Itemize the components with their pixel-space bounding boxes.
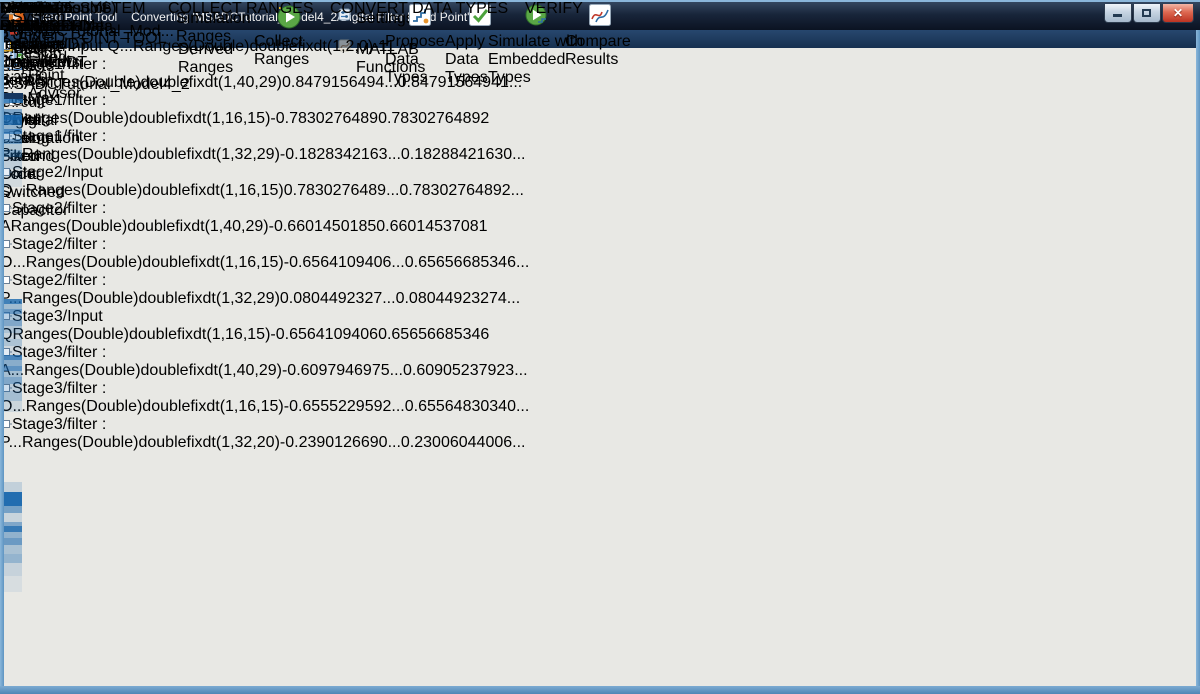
window-border bbox=[0, 686, 1200, 694]
cell-simmin: -0.6564109406 bbox=[270, 326, 378, 343]
minimize-icon bbox=[1113, 14, 1122, 17]
cell-simmin: 0.0804492327... bbox=[280, 290, 396, 307]
cell-run: Ranges(Double) bbox=[22, 290, 139, 307]
cell-simmax: 0.65656685346 bbox=[378, 326, 489, 343]
table-row[interactable]: Stage3/filter : P...Ranges(Double)double… bbox=[0, 416, 552, 452]
cell-simmin: -0.2390126690... bbox=[280, 434, 401, 451]
cell-specified: fixdt(1,16,15) bbox=[177, 326, 270, 343]
compare-label-1: Compare bbox=[565, 33, 635, 51]
cell-specified: fixdt(1,32,20) bbox=[187, 434, 280, 451]
cell-simmax: 0.65564830340... bbox=[405, 398, 530, 415]
cell-run: Ranges(Double) bbox=[12, 326, 129, 343]
cell-specified: fixdt(1,40,29) bbox=[189, 362, 282, 379]
cell-compiled: double bbox=[141, 362, 189, 379]
result-details-placeholder: Select a result to view details. bbox=[0, 0, 51, 90]
cell-specified: fixdt(1,16,15) bbox=[190, 398, 283, 415]
table-row[interactable]: Stage3/Input QRanges(Double)doublefixdt(… bbox=[0, 308, 552, 344]
cell-simmin: -0.6097946975... bbox=[282, 362, 403, 379]
table-row[interactable]: Stage3/filter : A...Ranges(Double)double… bbox=[0, 344, 552, 380]
maximize-button[interactable] bbox=[1133, 4, 1161, 23]
table-row[interactable]: Stage2/filter : P...Ranges(Double)double… bbox=[0, 272, 552, 308]
close-icon: ✕ bbox=[1173, 6, 1183, 20]
minimize-button[interactable] bbox=[1104, 4, 1132, 23]
cell-run: Ranges(Double) bbox=[24, 362, 141, 379]
compare-label-2: Results bbox=[565, 51, 635, 69]
cell-compiled: double bbox=[129, 326, 177, 343]
y-axis-tick: 2-28 bbox=[0, 70, 552, 93]
fixed-point-tool-window: Fixed Point ToolConverting 'MSADCTutoria… bbox=[0, 0, 1200, 694]
cell-compiled: double bbox=[142, 398, 190, 415]
cell-simmax: 0.60905237923... bbox=[403, 362, 528, 379]
maximize-icon bbox=[1142, 9, 1151, 17]
close-button[interactable]: ✕ bbox=[1162, 4, 1194, 23]
table-row[interactable]: Stage3/filter : O...Ranges(Double)double… bbox=[0, 380, 552, 416]
window-border bbox=[0, 30, 4, 686]
cell-run: Ranges(Double) bbox=[26, 398, 143, 415]
cell-compiled: double bbox=[138, 290, 186, 307]
window-border bbox=[1196, 30, 1200, 686]
compare-results-button[interactable]: Compare Results bbox=[565, 33, 635, 69]
cell-run: Ranges(Double) bbox=[22, 434, 139, 451]
cell-specified: fixdt(1,32,29) bbox=[187, 290, 280, 307]
cell-compiled: double bbox=[138, 434, 186, 451]
cell-simmax: 0.23006044006... bbox=[401, 434, 526, 451]
cell-simmax: 0.08044923274... bbox=[396, 290, 521, 307]
cell-simmin: -0.6555229592... bbox=[284, 398, 405, 415]
